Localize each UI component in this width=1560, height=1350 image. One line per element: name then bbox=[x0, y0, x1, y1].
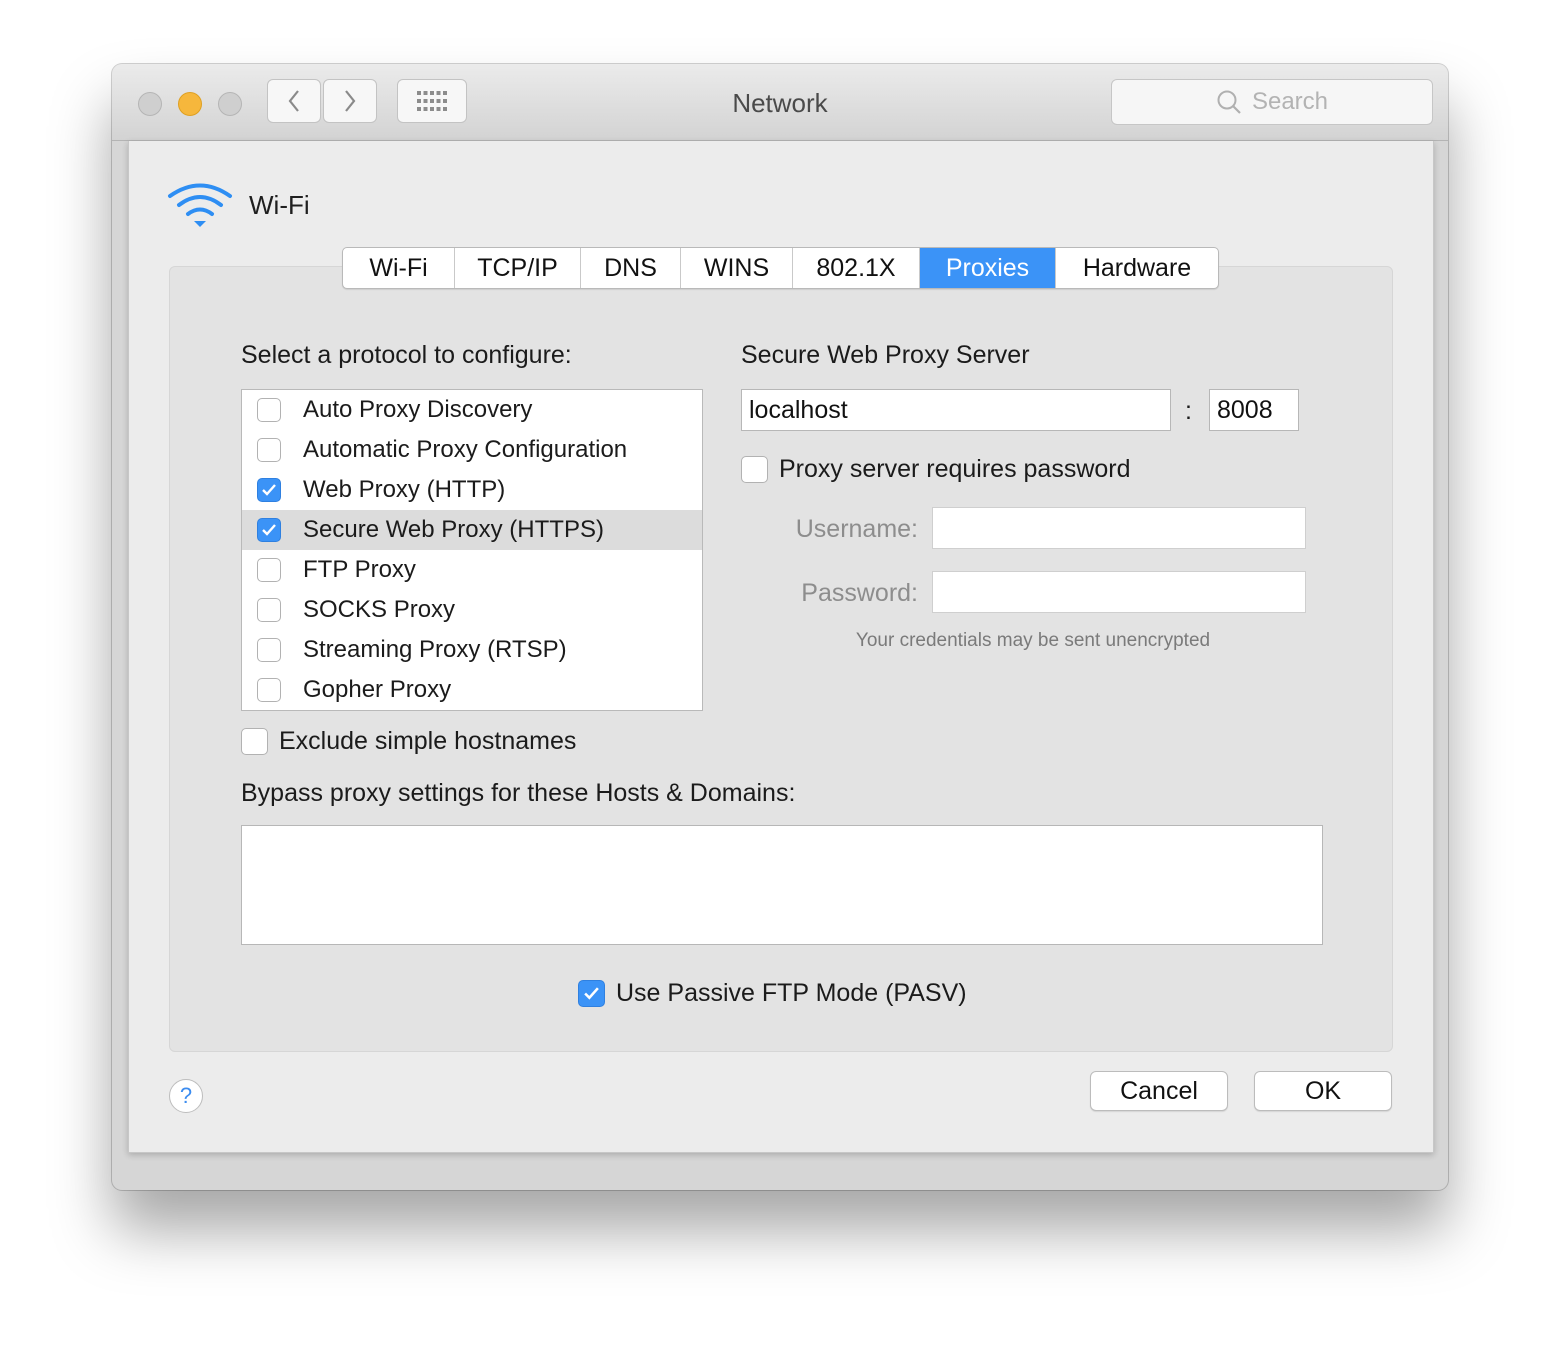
tab-tcpip[interactable]: TCP/IP bbox=[455, 248, 581, 288]
bypass-hosts-textarea[interactable] bbox=[241, 825, 1323, 945]
requires-password-checkbox[interactable] bbox=[741, 456, 768, 483]
protocol-row-http[interactable]: Web Proxy (HTTP) bbox=[242, 470, 702, 510]
protocol-row-auto-config[interactable]: Automatic Proxy Configuration bbox=[242, 430, 702, 470]
password-input[interactable] bbox=[932, 571, 1306, 613]
title-bar: Network Search bbox=[112, 64, 1448, 141]
tab-hardware[interactable]: Hardware bbox=[1056, 248, 1218, 288]
protocol-row-ftp[interactable]: FTP Proxy bbox=[242, 550, 702, 590]
socks-checkbox[interactable] bbox=[257, 598, 281, 622]
protocol-row-rtsp[interactable]: Streaming Proxy (RTSP) bbox=[242, 630, 702, 670]
wifi-icon bbox=[168, 183, 232, 227]
credentials-note: Your credentials may be sent unencrypted bbox=[855, 630, 1211, 651]
tab-wins[interactable]: WINS bbox=[681, 248, 793, 288]
checkmark-icon bbox=[262, 484, 276, 496]
requires-password-option[interactable]: Proxy server requires password bbox=[741, 455, 1131, 484]
server-heading: Secure Web Proxy Server bbox=[741, 341, 1030, 369]
tab-wifi[interactable]: Wi-Fi bbox=[343, 248, 455, 288]
protocol-label: FTP Proxy bbox=[303, 556, 416, 583]
protocol-row-auto-discovery[interactable]: Auto Proxy Discovery bbox=[242, 390, 702, 430]
proxy-host-input[interactable]: localhost bbox=[741, 389, 1171, 431]
tab-proxies[interactable]: Proxies bbox=[920, 248, 1056, 288]
passive-ftp-checkbox[interactable] bbox=[578, 980, 605, 1007]
gopher-checkbox[interactable] bbox=[257, 678, 281, 702]
protocol-label: Auto Proxy Discovery bbox=[303, 396, 533, 423]
ok-button[interactable]: OK bbox=[1254, 1071, 1392, 1111]
proxy-port-input[interactable]: 8008 bbox=[1209, 389, 1299, 431]
bypass-heading: Bypass proxy settings for these Hosts & … bbox=[241, 779, 796, 807]
passive-ftp-option[interactable]: Use Passive FTP Mode (PASV) bbox=[578, 979, 967, 1008]
tab-dns[interactable]: DNS bbox=[581, 248, 681, 288]
protocol-list: Auto Proxy Discovery Automatic Proxy Con… bbox=[241, 389, 703, 711]
protocol-row-https[interactable]: Secure Web Proxy (HTTPS) bbox=[242, 510, 702, 550]
host-port-separator: : bbox=[1185, 397, 1192, 425]
username-input[interactable] bbox=[932, 507, 1306, 549]
protocol-label: Web Proxy (HTTP) bbox=[303, 476, 506, 503]
protocol-label: Gopher Proxy bbox=[303, 676, 452, 703]
protocol-label: Streaming Proxy (RTSP) bbox=[303, 636, 567, 663]
checkmark-icon bbox=[262, 524, 276, 536]
cancel-button[interactable]: Cancel bbox=[1090, 1071, 1228, 1111]
ftp-checkbox[interactable] bbox=[257, 558, 281, 582]
https-checkbox[interactable] bbox=[257, 518, 281, 542]
exclude-simple-checkbox[interactable] bbox=[241, 728, 268, 755]
help-button[interactable]: ? bbox=[169, 1079, 203, 1113]
checkmark-icon bbox=[584, 987, 599, 1000]
search-placeholder: Search bbox=[1251, 88, 1329, 115]
proxies-sheet: Wi-Fi Wi-Fi TCP/IP DNS WINS 802.1X Proxi… bbox=[128, 141, 1434, 1153]
requires-password-label: Proxy server requires password bbox=[779, 455, 1131, 483]
rtsp-checkbox[interactable] bbox=[257, 638, 281, 662]
tab-bar: Wi-Fi TCP/IP DNS WINS 802.1X Proxies Har… bbox=[342, 247, 1219, 289]
tab-8021x[interactable]: 802.1X bbox=[793, 248, 920, 288]
search-icon bbox=[1217, 90, 1241, 114]
auto-config-checkbox[interactable] bbox=[257, 438, 281, 462]
protocol-row-socks[interactable]: SOCKS Proxy bbox=[242, 590, 702, 630]
http-checkbox[interactable] bbox=[257, 478, 281, 502]
protocol-heading: Select a protocol to configure: bbox=[241, 341, 572, 369]
passive-ftp-label: Use Passive FTP Mode (PASV) bbox=[616, 979, 967, 1007]
protocol-row-gopher[interactable]: Gopher Proxy bbox=[242, 670, 702, 710]
exclude-simple-option[interactable]: Exclude simple hostnames bbox=[241, 727, 576, 756]
exclude-simple-label: Exclude simple hostnames bbox=[279, 727, 577, 755]
auto-discovery-checkbox[interactable] bbox=[257, 398, 281, 422]
protocol-label: Automatic Proxy Configuration bbox=[303, 436, 628, 463]
protocol-label: SOCKS Proxy bbox=[303, 596, 456, 623]
protocol-label: Secure Web Proxy (HTTPS) bbox=[303, 516, 604, 543]
service-header: Wi-Fi bbox=[167, 181, 310, 229]
service-name: Wi-Fi bbox=[249, 189, 310, 220]
network-window: Network Search Wi-Fi Wi-Fi TCP/IP DNS WI… bbox=[112, 64, 1448, 1190]
password-label: Password: bbox=[801, 579, 918, 607]
search-field[interactable]: Search bbox=[1111, 79, 1433, 125]
username-label: Username: bbox=[795, 515, 918, 543]
